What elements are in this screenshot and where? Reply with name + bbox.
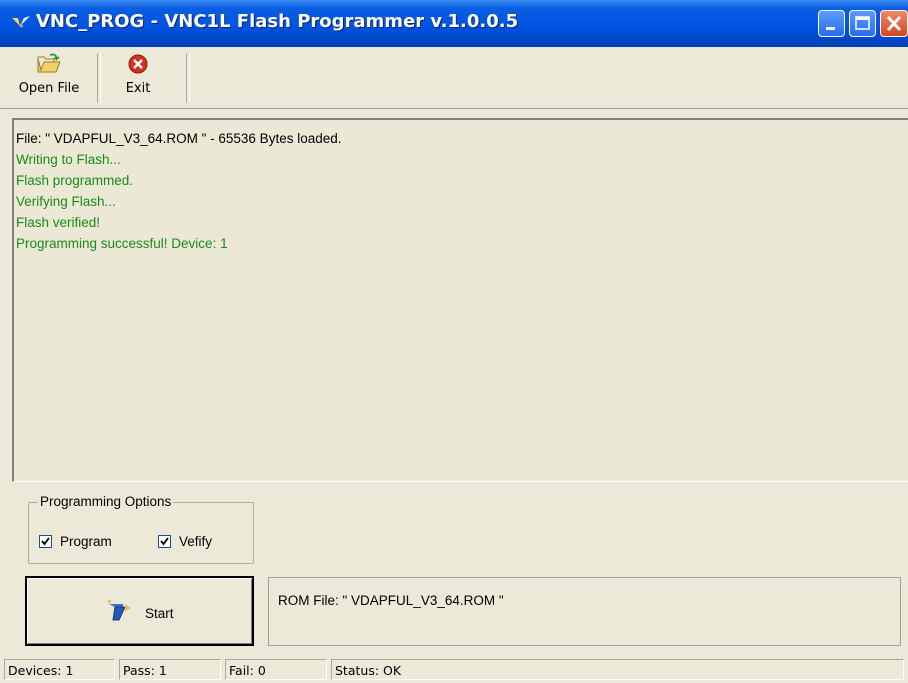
verify-label: Vefify: [179, 534, 213, 549]
status-bar: Devices: 1 Pass: 1 Fail: 0 Status: OK: [0, 657, 908, 683]
log-line: Verifying Flash...: [16, 194, 116, 209]
maximize-button[interactable]: [849, 10, 876, 37]
start-button[interactable]: Start: [25, 576, 254, 646]
log-line: Programming successful! Device: 1: [16, 236, 228, 251]
checkmark-icon: [41, 537, 50, 546]
open-file-button[interactable]: Open File: [8, 53, 90, 96]
log-line: File: " VDAPFUL_V3_64.ROM " - 65536 Byte…: [16, 131, 342, 146]
checkbox-box[interactable]: [39, 535, 52, 548]
toolbar-separator: [97, 53, 101, 103]
status-devices: Devices: 1: [4, 659, 115, 680]
close-icon: [886, 15, 902, 32]
log-line: Flash programmed.: [16, 173, 134, 188]
status-fail: Fail: 0: [225, 659, 327, 680]
log-line: Flash verified!: [16, 215, 101, 230]
close-button[interactable]: [880, 10, 908, 37]
toolbar: Open File Exit: [0, 47, 908, 109]
start-label: Start: [145, 606, 174, 621]
checkmark-icon: [160, 537, 169, 546]
exit-icon: [128, 54, 148, 74]
rom-file-info: ROM File: " VDAPFUL_V3_64.ROM ": [268, 577, 901, 646]
program-label: Program: [60, 534, 112, 549]
program-checkbox[interactable]: Program: [39, 534, 112, 549]
maximize-icon: [855, 16, 870, 30]
log-line: Writing to Flash...: [16, 152, 121, 167]
window-title: VNC_PROG - VNC1L Flash Programmer v.1.0.…: [36, 11, 519, 32]
exit-label: Exit: [125, 81, 151, 96]
start-program-icon: [108, 600, 131, 621]
vnc-logo-icon: [12, 16, 30, 28]
title-bar[interactable]: VNC_PROG - VNC1L Flash Programmer v.1.0.…: [0, 0, 908, 47]
status-text: Status: OK: [331, 659, 904, 680]
programming-options-legend: Programming Options: [38, 494, 174, 509]
programming-options-group: Programming Options Program Vefify: [28, 494, 254, 564]
verify-checkbox[interactable]: Vefify: [158, 534, 212, 549]
checkbox-box[interactable]: [158, 535, 171, 548]
minimize-icon: [826, 27, 835, 30]
log-output[interactable]: File: " VDAPFUL_V3_64.ROM " - 65536 Byte…: [12, 118, 908, 482]
minimize-button[interactable]: [818, 10, 845, 37]
open-file-label: Open File: [18, 81, 80, 96]
toolbar-separator: [186, 53, 190, 103]
exit-button[interactable]: Exit: [108, 53, 168, 96]
status-pass: Pass: 1: [119, 659, 221, 680]
folder-open-icon: [37, 53, 61, 73]
